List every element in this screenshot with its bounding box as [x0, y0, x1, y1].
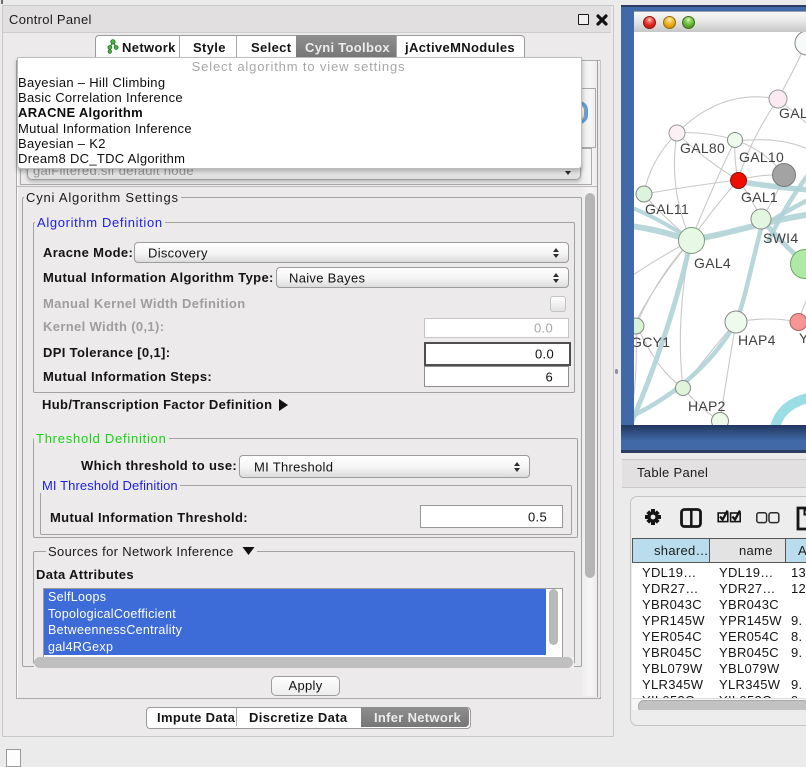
svg-text:GAL4: GAL4 — [694, 255, 731, 271]
svg-text:GAL2: GAL2 — [779, 105, 806, 121]
svg-text:GAL80: GAL80 — [680, 140, 725, 156]
svg-text:GCY1: GCY1 — [634, 334, 670, 350]
svg-text:YJL0: YJL0 — [799, 330, 806, 346]
svg-text:HAP4: HAP4 — [738, 332, 776, 348]
svg-text:HAP2: HAP2 — [688, 398, 726, 414]
svg-text:GAL11: GAL11 — [645, 201, 689, 217]
svg-text:GAL1: GAL1 — [741, 189, 778, 205]
svg-text:GAL10: GAL10 — [739, 149, 784, 165]
svg-text:SWI4: SWI4 — [763, 230, 798, 246]
